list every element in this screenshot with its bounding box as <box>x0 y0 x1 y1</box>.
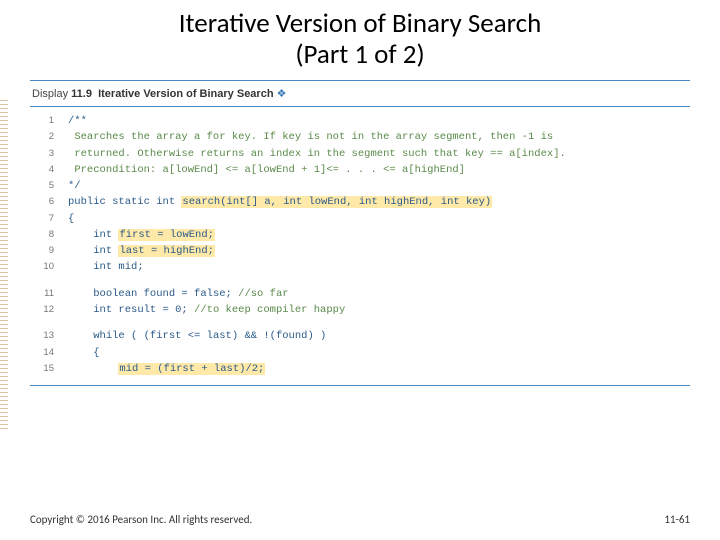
line-number: 14 <box>30 346 68 361</box>
code-text: boolean found = false; //so far <box>68 286 289 302</box>
code-text: int first = lowEnd; <box>68 227 215 243</box>
code-text: mid = (first + last)/2; <box>68 361 265 377</box>
code-text: */ <box>68 178 81 194</box>
line-number: 12 <box>30 303 68 318</box>
code-text: int last = highEnd; <box>68 243 215 259</box>
line-number: 4 <box>30 163 68 178</box>
code-line: 11 boolean found = false; //so far <box>30 286 690 302</box>
code-line: 1/** <box>30 113 690 129</box>
display-number: 11.9 <box>71 88 92 100</box>
code-line: 13 while ( (first <= last) && !(found) ) <box>30 328 690 344</box>
line-number: 2 <box>30 130 68 145</box>
code-text: /** <box>68 113 87 129</box>
code-line: 5*/ <box>30 178 690 194</box>
line-number: 8 <box>30 228 68 243</box>
line-number: 1 <box>30 114 68 129</box>
display-box: Display 11.9 Iterative Version of Binary… <box>30 80 690 386</box>
line-number: 11 <box>30 287 68 302</box>
footer: Copyright © 2016 Pearson Inc. All rights… <box>30 513 690 526</box>
code-line: 7{ <box>30 211 690 227</box>
code-line: 8 int first = lowEnd; <box>30 227 690 243</box>
line-number: 13 <box>30 329 68 344</box>
display-rule <box>30 106 690 107</box>
page-number: 11-61 <box>664 513 690 526</box>
line-number: 5 <box>30 179 68 194</box>
code-text: { <box>68 345 100 361</box>
code-line: 14 { <box>30 345 690 361</box>
line-number: 10 <box>30 260 68 275</box>
code-line: 15 mid = (first + last)/2; <box>30 361 690 377</box>
line-number: 15 <box>30 362 68 377</box>
code-text: Searches the array a for key. If key is … <box>68 129 553 145</box>
line-number: 7 <box>30 212 68 227</box>
title-line-2: (Part 1 of 2) <box>295 38 424 71</box>
code-text: int result = 0; //to keep compiler happy <box>68 302 345 318</box>
copyright-text: Copyright © 2016 Pearson Inc. All rights… <box>30 513 252 526</box>
code-listing: 1/**2 Searches the array a for key. If k… <box>30 111 690 385</box>
code-text: { <box>68 211 74 227</box>
code-line: 10 int mid; <box>30 259 690 275</box>
code-text: int mid; <box>68 259 144 275</box>
code-line: 3 returned. Otherwise returns an index i… <box>30 146 690 162</box>
code-text: Precondition: a[lowEnd] <= a[lowEnd + 1]… <box>68 162 465 178</box>
line-number: 9 <box>30 244 68 259</box>
display-header: Display 11.9 Iterative Version of Binary… <box>30 87 690 100</box>
code-line: 6public static int search(int[] a, int l… <box>30 194 690 210</box>
left-stripe-decoration <box>0 100 8 430</box>
display-label: Display <box>32 88 68 100</box>
diamond-icon: ❖ <box>277 88 287 100</box>
code-line: 12 int result = 0; //to keep compiler ha… <box>30 302 690 318</box>
line-number: 3 <box>30 147 68 162</box>
code-text: public static int search(int[] a, int lo… <box>68 194 492 210</box>
slide-title: Iterative Version of Binary Search (Part… <box>30 8 690 70</box>
code-line: 2 Searches the array a for key. If key i… <box>30 129 690 145</box>
slide: Iterative Version of Binary Search (Part… <box>0 0 720 540</box>
code-text: returned. Otherwise returns an index in … <box>68 146 566 162</box>
code-text: while ( (first <= last) && !(found) ) <box>68 328 326 344</box>
code-line: 4 Precondition: a[lowEnd] <= a[lowEnd + … <box>30 162 690 178</box>
display-title: Iterative Version of Binary Search <box>98 88 273 100</box>
code-line: 9 int last = highEnd; <box>30 243 690 259</box>
title-line-1: Iterative Version of Binary Search <box>179 7 542 40</box>
line-number: 6 <box>30 195 68 210</box>
